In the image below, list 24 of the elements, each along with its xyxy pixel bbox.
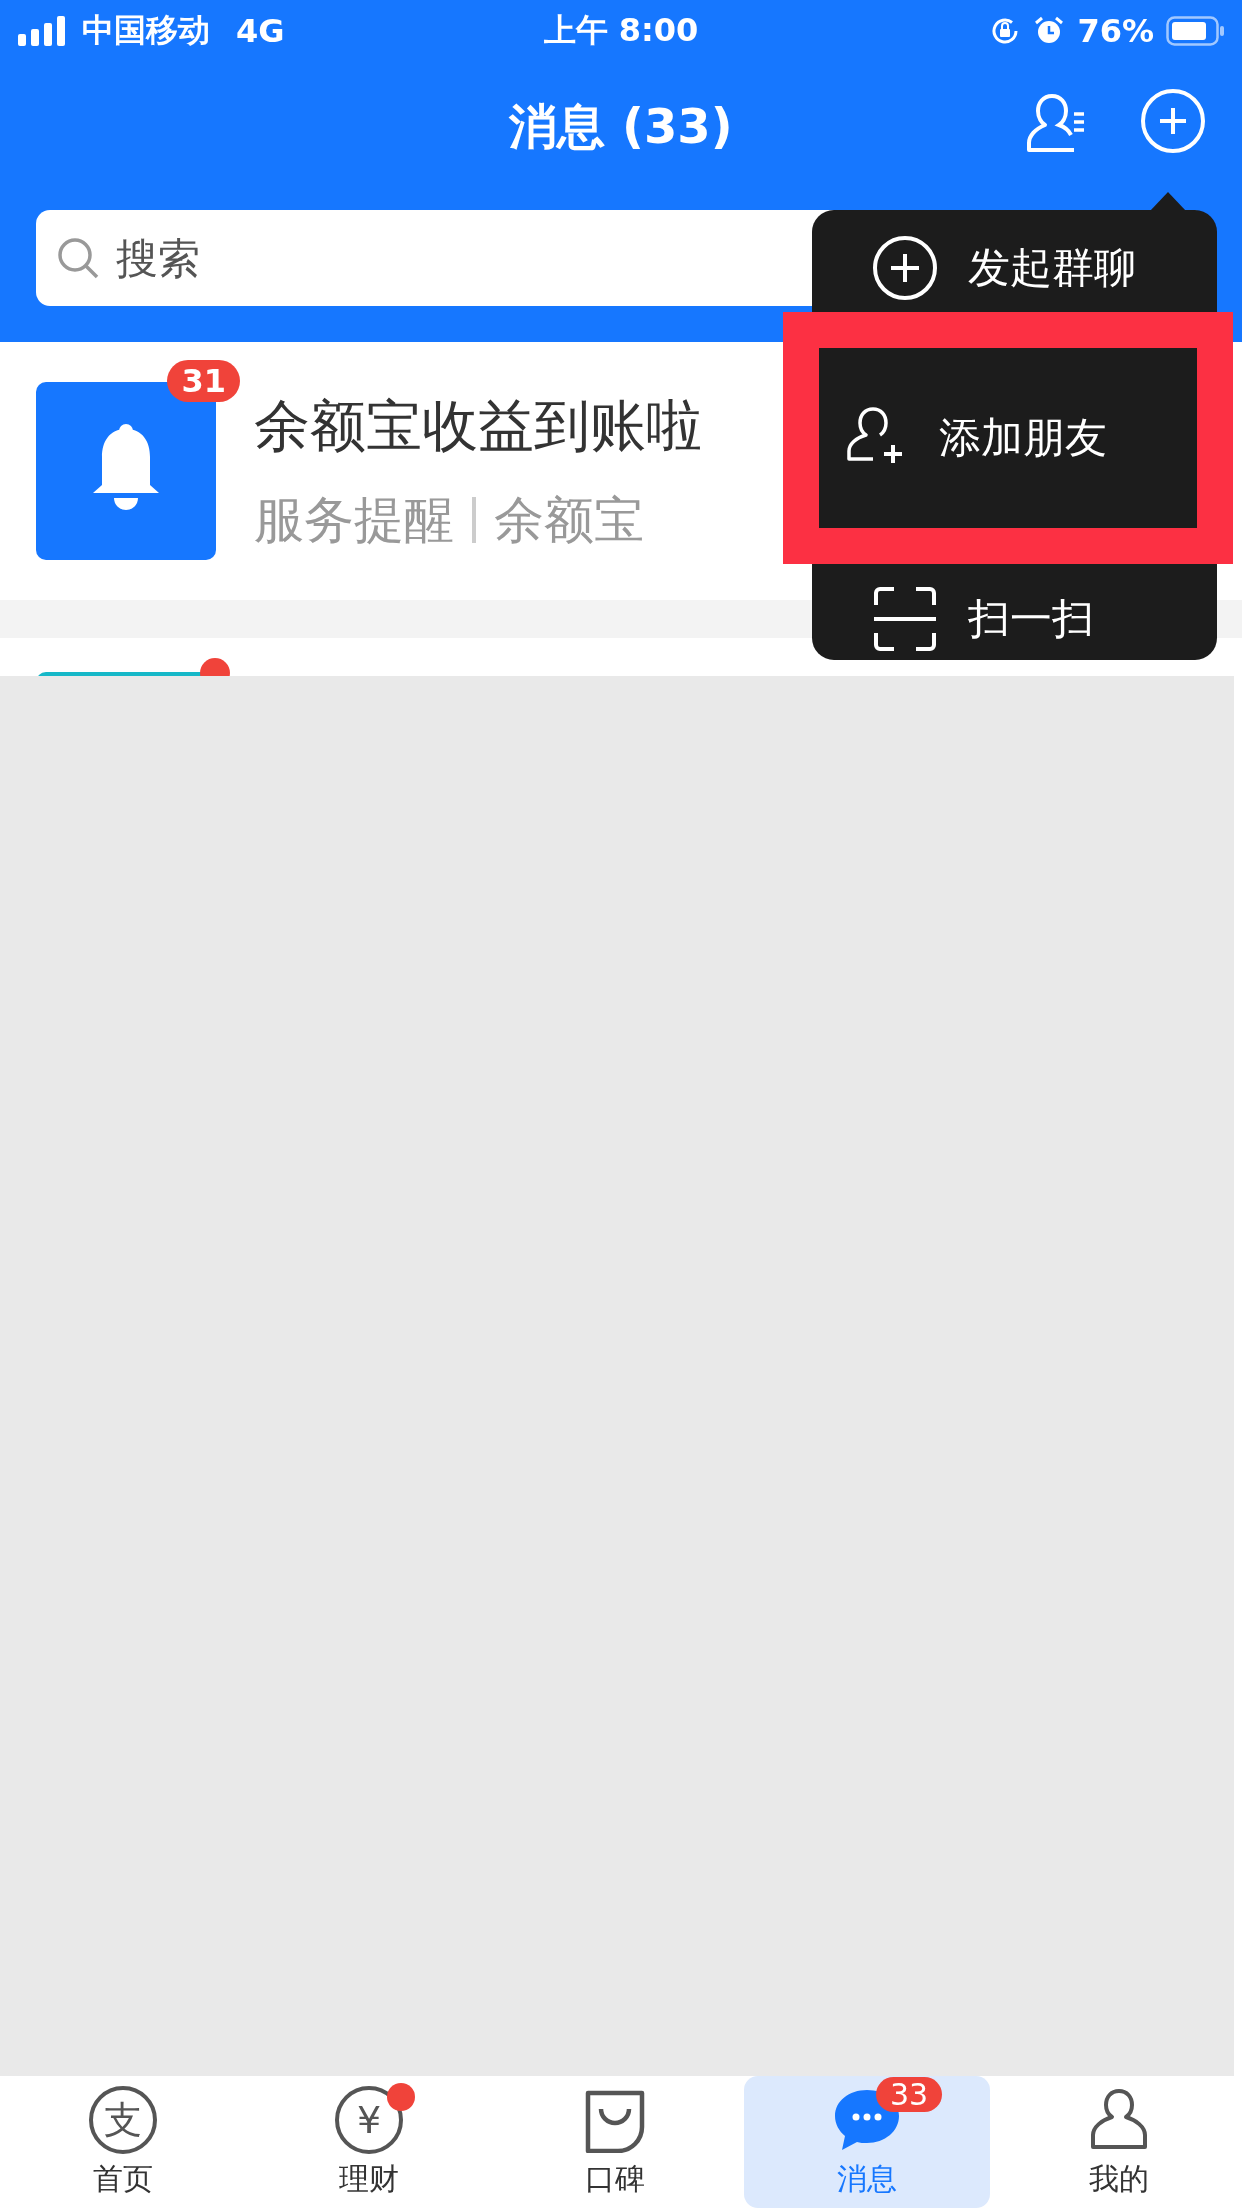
message-category: 服务提醒: [254, 489, 454, 551]
page-title: 消息 (33): [509, 97, 733, 156]
plus-circle-icon: [872, 235, 938, 301]
alipay-icon: 支: [89, 2086, 157, 2154]
menu-item[interactable]: 添加朋友: [819, 348, 1197, 528]
message-source: 余额宝: [494, 489, 644, 551]
message-title: 余额宝收益到账啦: [254, 391, 702, 460]
battery-icon: [1166, 16, 1224, 46]
tab-item[interactable]: 我的: [996, 2076, 1242, 2208]
search-icon: [56, 236, 100, 280]
menu-item[interactable]: 扫一扫: [812, 564, 1217, 674]
add-icon[interactable]: [1140, 88, 1206, 154]
network-type: 4G: [236, 12, 285, 50]
tab-item[interactable]: ¥ 理财: [246, 2076, 492, 2208]
tab-item[interactable]: 33 消息: [744, 2076, 990, 2208]
tab-item[interactable]: 支 首页: [0, 2076, 246, 2208]
scan-icon: [872, 586, 938, 652]
unread-badge: 31: [167, 360, 240, 402]
unread-badge: 33: [876, 2077, 943, 2112]
battery-percent: 76%: [1077, 12, 1154, 50]
menu-item[interactable]: 发起群聊: [812, 210, 1217, 312]
tab-item[interactable]: 口碑: [492, 2076, 738, 2208]
carrier-name: 中国移动: [82, 10, 210, 51]
status-time: 上午 8:00: [543, 10, 699, 51]
